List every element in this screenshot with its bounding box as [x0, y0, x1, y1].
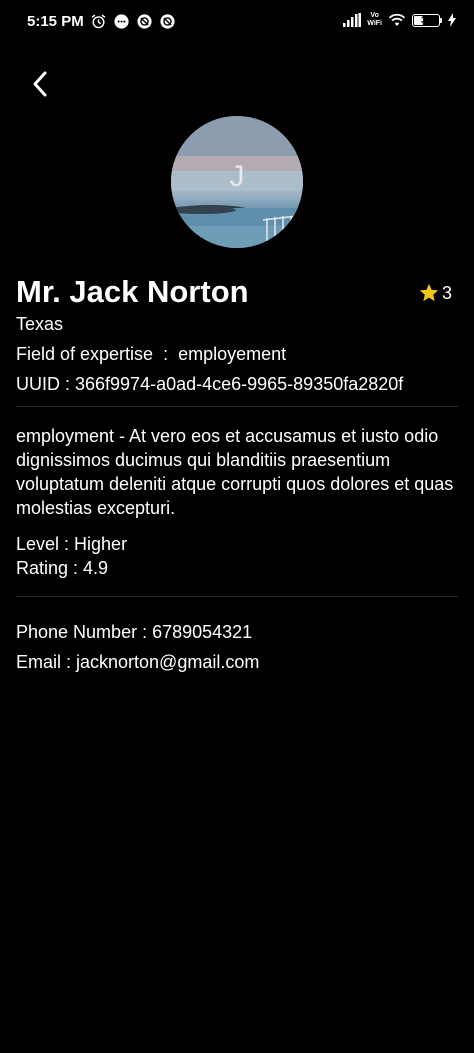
- star-icon: [419, 283, 439, 302]
- battery-icon: 34: [412, 13, 442, 27]
- app-notification-icon: [137, 14, 152, 29]
- vowifi-indicator: Vo WiFi: [367, 12, 382, 28]
- signal-icon: [343, 13, 362, 27]
- divider: [16, 596, 458, 597]
- profile-name: Mr. Jack Norton: [16, 274, 249, 309]
- vowifi-bottom-label: WiFi: [367, 20, 382, 27]
- battery-level: 34: [420, 14, 431, 25]
- back-button[interactable]: [22, 64, 58, 104]
- alarm-icon: [91, 14, 106, 29]
- avatar-initial: J: [229, 160, 245, 193]
- status-time: 5:15 PM: [27, 13, 84, 30]
- phone-number[interactable]: Phone Number : 6789054321: [16, 622, 252, 643]
- star-count: 3: [441, 282, 452, 303]
- location: Texas: [16, 314, 64, 334]
- email[interactable]: Email : jacknorton@gmail.com: [16, 652, 259, 673]
- wifi-icon: [388, 13, 406, 26]
- app-notification-icon-2: [160, 14, 175, 29]
- field-of-expertise: Field of expertise : employement: [16, 344, 287, 364]
- star-rating-badge: 3: [418, 282, 452, 304]
- avatar: J: [171, 116, 303, 248]
- status-system-icons: Vo WiFi 34: [343, 12, 456, 28]
- status-notification-icons: [90, 13, 176, 30]
- status-bar: 5:15 PM Vo WiFi 34: [0, 0, 474, 44]
- chevron-left-icon: [33, 71, 47, 97]
- rating: Rating : 4.9: [16, 558, 109, 578]
- vowifi-top-label: Vo: [370, 12, 379, 19]
- uuid: UUID : 366f9974-a0ad-4ce6-9965-89350fa28…: [16, 374, 404, 394]
- level: Level : Higher: [16, 534, 128, 554]
- divider: [16, 406, 458, 407]
- charging-icon: [448, 13, 456, 27]
- message-icon: [114, 14, 129, 29]
- description: employment - At vero eos et accusamus et…: [16, 426, 454, 518]
